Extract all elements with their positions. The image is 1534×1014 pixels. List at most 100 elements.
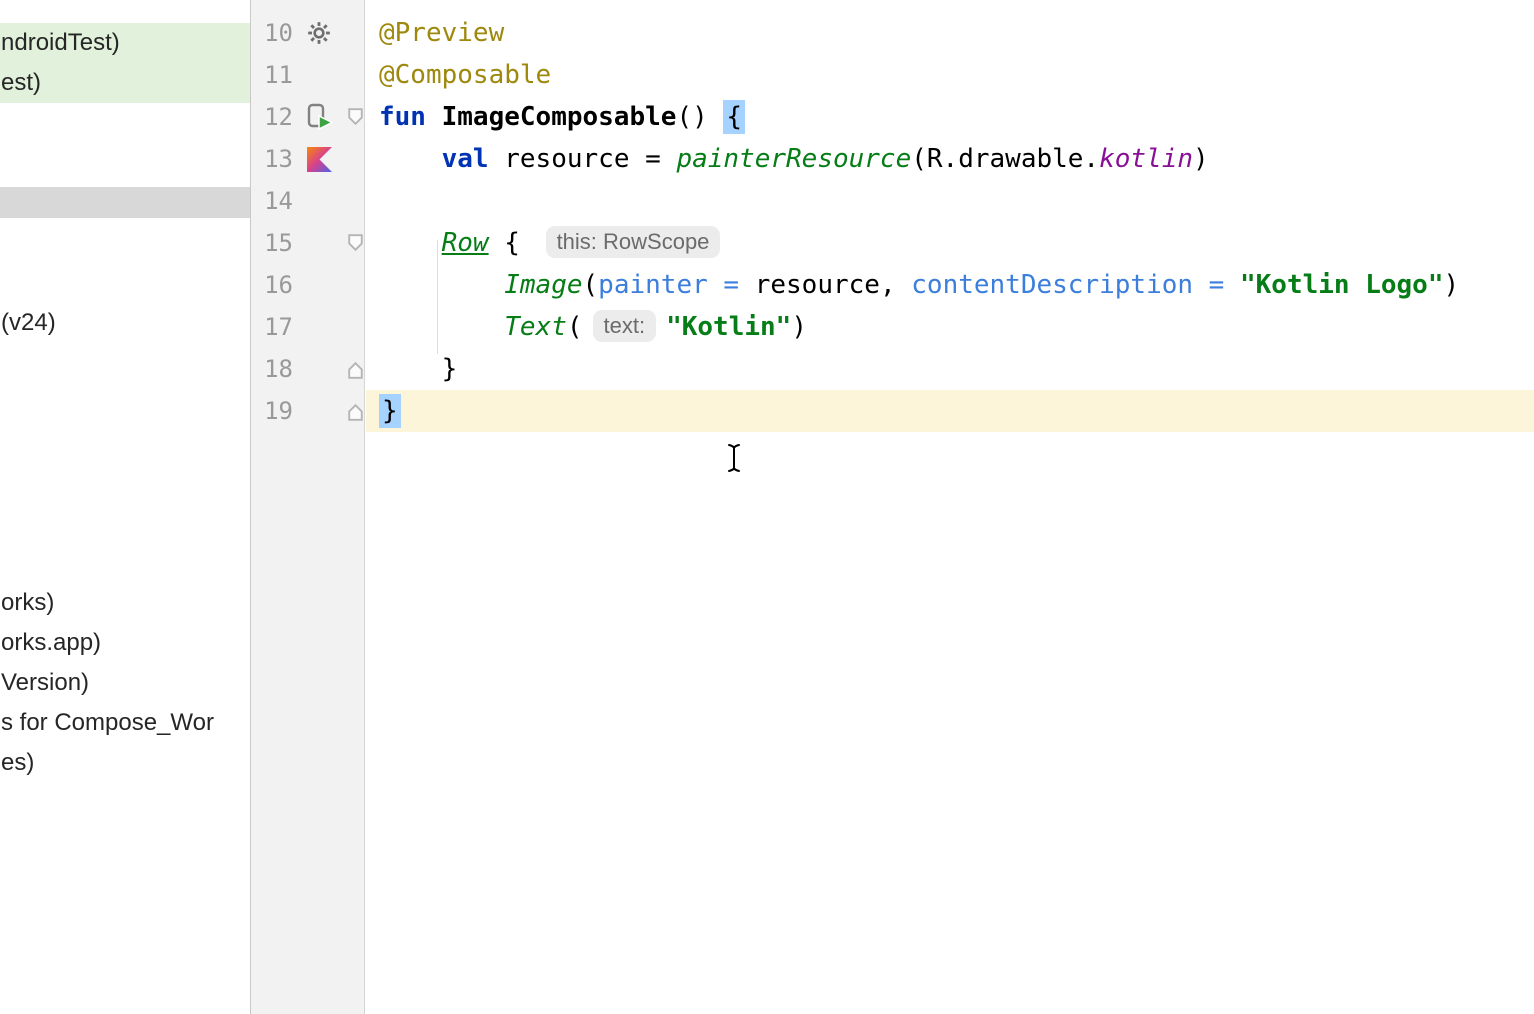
line-number[interactable]: 10 (251, 19, 293, 47)
code-token: resource = (489, 144, 677, 174)
code-token: painterResource (676, 144, 911, 174)
code-line[interactable]: Image(painter = resource, contentDescrip… (366, 264, 1534, 306)
code-token: fun (379, 102, 426, 132)
tree-item-label: Version) (0, 669, 89, 697)
tree-item[interactable]: Version) (0, 663, 250, 703)
tree-item-label: (v24) (0, 309, 56, 337)
code-token (426, 102, 442, 132)
code-fold-close-icon[interactable] (343, 397, 367, 425)
code-token: ) (791, 312, 807, 342)
line-number[interactable]: 17 (251, 313, 293, 341)
code-line[interactable]: } (366, 348, 1534, 390)
code-token (379, 312, 504, 342)
code-token (379, 144, 442, 174)
tree-item-label: est) (0, 69, 41, 97)
gutter-line: 16 (251, 264, 364, 306)
code-token: contentDescription = (911, 270, 1240, 300)
gutter-icon-slot (303, 395, 335, 427)
code-token: ) (1193, 144, 1209, 174)
code-token (379, 270, 504, 300)
code-line[interactable]: Row { this: RowScope (366, 222, 1534, 264)
gutter-icon-slot (303, 353, 335, 385)
code-token: } (379, 354, 457, 384)
line-number[interactable]: 18 (251, 355, 293, 383)
code-fold-open-icon[interactable] (343, 229, 367, 257)
gutter-icon-slot (303, 269, 335, 301)
gutter-icon-slot (303, 185, 335, 217)
ide-window: ndroidTest) est) (v24) orks) orks.app) Versio… (0, 0, 1534, 1014)
tree-item[interactable]: ndroidTest) (0, 23, 250, 63)
code-token: "Kotlin Logo" (1240, 270, 1444, 300)
kotlin-logo-icon[interactable] (303, 143, 335, 175)
gutter-icon-slot (303, 227, 335, 259)
tree-item-label: ndroidTest) (0, 29, 120, 57)
editor-pane[interactable]: @Preview@Composablefun ImageComposable()… (366, 0, 1534, 1014)
code-line[interactable]: } (366, 390, 1534, 432)
code-token: (R.drawable. (911, 144, 1099, 174)
code-token: resource, (755, 270, 912, 300)
code-token (379, 228, 442, 258)
code-token: Text (504, 312, 567, 342)
code-token: { (723, 100, 745, 134)
tree-item-label: orks) (0, 589, 54, 617)
code-token: ) (1444, 270, 1460, 300)
tree-item-label: s for Compose_Wor (0, 709, 214, 737)
line-number[interactable]: 19 (251, 397, 293, 425)
code-token: { (489, 228, 536, 258)
code-line[interactable]: val resource = painterResource(R.drawabl… (366, 138, 1534, 180)
line-number[interactable]: 16 (251, 271, 293, 299)
indent-guide (437, 240, 438, 354)
tree-item-label: es) (0, 749, 34, 777)
line-number[interactable]: 11 (251, 61, 293, 89)
code-fold-close-icon[interactable] (343, 355, 367, 383)
tree-item[interactable]: orks.app) (0, 623, 250, 663)
code-token: @Preview (379, 18, 504, 48)
code-line[interactable]: Text( text: "Kotlin") (366, 306, 1534, 348)
line-number[interactable]: 13 (251, 145, 293, 173)
project-tree-panel: ndroidTest) est) (v24) orks) orks.app) Versio… (0, 0, 251, 1014)
gutter-line: 17 (251, 306, 364, 348)
code-line[interactable]: @Preview (366, 12, 1534, 54)
editor-gutter: 10 11 12 13 14 15 16 17 18 19 (251, 0, 365, 1014)
code-line[interactable]: @Composable (366, 54, 1534, 96)
tree-item[interactable]: es) (0, 743, 250, 783)
inlay-hint[interactable]: this: RowScope (546, 226, 721, 258)
code-token: @Composable (379, 60, 551, 90)
code-token: val (442, 144, 489, 174)
tree-item[interactable]: orks) (0, 583, 250, 623)
code-token: kotlin (1099, 144, 1193, 174)
line-number[interactable]: 12 (251, 103, 293, 131)
mouse-cursor-ibeam (726, 443, 742, 473)
code-token: "Kotlin" (666, 312, 791, 342)
gutter-line: 15 (251, 222, 364, 264)
gutter-line: 10 (251, 12, 364, 54)
gutter-line: 14 (251, 180, 364, 222)
gutter-line: 13 (251, 138, 364, 180)
code-line[interactable] (366, 180, 1534, 222)
code-fold-open-icon[interactable] (343, 103, 367, 131)
gutter-line: 12 (251, 96, 364, 138)
gear-icon[interactable] (303, 17, 335, 49)
tree-item-label: orks.app) (0, 629, 101, 657)
code-token: Image (504, 270, 582, 300)
gutter-line: 19 (251, 390, 364, 432)
code-token: ( (567, 312, 583, 342)
tree-item[interactable]: s for Compose_Wor (0, 703, 250, 743)
code-token: ( (583, 270, 599, 300)
code-token: } (379, 394, 401, 428)
code-token: painter = (598, 270, 755, 300)
code-token: ImageComposable (442, 102, 677, 132)
line-number[interactable]: 15 (251, 229, 293, 257)
gutter-icon-slot (303, 59, 335, 91)
code-line[interactable]: fun ImageComposable() { (366, 96, 1534, 138)
gutter-line: 18 (251, 348, 364, 390)
inlay-hint[interactable]: text: (593, 310, 657, 342)
tree-item[interactable] (0, 187, 250, 218)
code-token: () (676, 102, 723, 132)
line-number[interactable]: 14 (251, 187, 293, 215)
tree-item[interactable]: est) (0, 63, 250, 103)
gutter-line: 11 (251, 54, 364, 96)
gutter-icon-slot (303, 311, 335, 343)
run-preview-icon[interactable] (303, 101, 335, 133)
tree-item[interactable]: (v24) (0, 303, 250, 343)
